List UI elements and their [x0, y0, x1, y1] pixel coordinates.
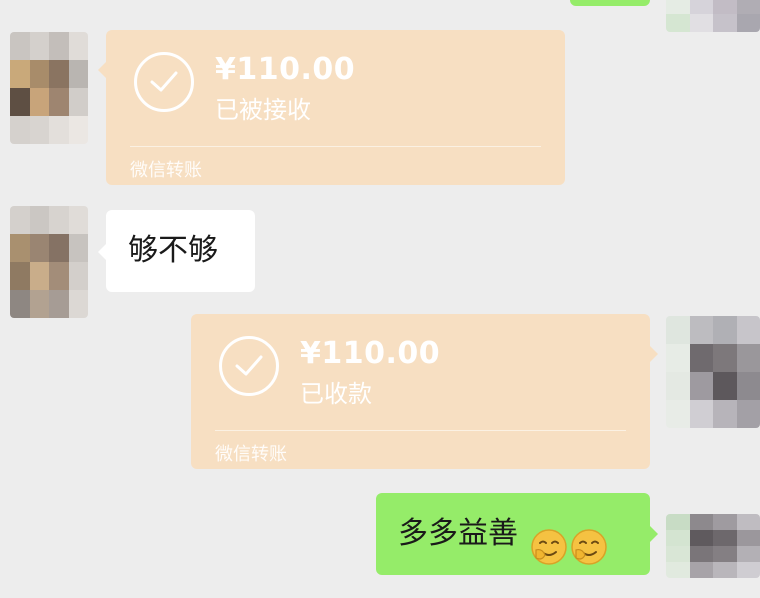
incoming-text-message[interactable]: 够不够 — [106, 210, 255, 292]
transfer-divider — [130, 146, 541, 147]
sheepish-smile-emoji-icon — [530, 516, 568, 565]
transfer-status: 已收款 — [300, 380, 372, 408]
message-text: 够不够 — [128, 233, 218, 268]
transfer-amount: ¥110.00 — [215, 52, 356, 87]
contact-avatar-friend[interactable] — [10, 32, 88, 144]
check-circle-icon — [219, 336, 279, 396]
transfer-card-collected[interactable]: ¥110.00 已收款 微信转账 — [191, 314, 650, 469]
text-bubble-tail — [98, 244, 106, 260]
contact-avatar-friend[interactable] — [10, 206, 88, 318]
previous-message-bubble-edge[interactable] — [570, 0, 650, 6]
outgoing-text-message[interactable]: 多多益善 — [376, 493, 650, 575]
transfer-footer-label: 微信转账 — [130, 160, 202, 181]
sheepish-smile-emoji-icon — [570, 516, 608, 565]
contact-avatar-self-top[interactable] — [666, 0, 760, 32]
transfer-divider — [215, 430, 626, 431]
transfer-footer-label: 微信转账 — [215, 444, 287, 465]
contact-avatar-self[interactable] — [666, 316, 760, 428]
text-bubble-tail — [650, 526, 658, 542]
check-circle-icon — [134, 52, 194, 112]
transfer-bubble-tail — [650, 346, 658, 362]
transfer-status: 已被接收 — [215, 96, 311, 124]
contact-avatar-self[interactable] — [666, 514, 760, 578]
message-text: 多多益善 — [398, 516, 518, 551]
transfer-amount: ¥110.00 — [300, 336, 441, 371]
transfer-card-received[interactable]: ¥110.00 已被接收 微信转账 — [106, 30, 565, 185]
transfer-bubble-tail — [98, 62, 106, 78]
